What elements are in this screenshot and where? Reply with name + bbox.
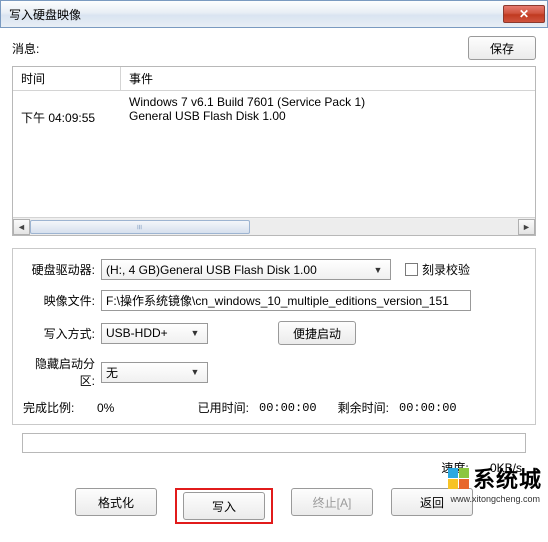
col-header-event: 事件 — [121, 70, 535, 87]
scroll-right-button[interactable]: ► — [518, 219, 535, 235]
chevron-down-icon: ▼ — [187, 367, 203, 377]
settings-panel: 硬盘驱动器: (H:, 4 GB)General USB Flash Disk … — [12, 248, 536, 425]
verify-label: 刻录校验 — [422, 261, 470, 278]
hide-partition-value: 无 — [106, 364, 118, 381]
log-time: 下午 04:09:55 — [13, 109, 121, 126]
logo-sq — [448, 468, 458, 478]
logo-sq — [448, 479, 458, 489]
log-row: 下午 04:09:55 General USB Flash Disk 1.00 — [13, 109, 535, 126]
watermark-brand: 系统城 — [473, 462, 542, 494]
drive-select[interactable]: (H:, 4 GB)General USB Flash Disk 1.00 ▼ — [101, 259, 391, 280]
horizontal-scrollbar[interactable]: ◄ ► — [13, 217, 535, 235]
done-label: 完成比例: — [23, 399, 91, 416]
log-body: Windows 7 v6.1 Build 7601 (Service Pack … — [13, 91, 535, 217]
progress-info: 完成比例: 0% 已用时间: 00:00:00 剩余时间: 00:00:00 — [23, 399, 525, 416]
chevron-down-icon: ▼ — [370, 265, 386, 275]
col-header-time: 时间 — [13, 67, 121, 90]
verify-checkbox[interactable]: 刻录校验 — [405, 261, 470, 278]
hide-partition-label: 隐藏启动分区: — [23, 355, 101, 389]
write-highlight: 写入 — [175, 488, 273, 524]
write-button[interactable]: 写入 — [183, 492, 265, 520]
log-event: General USB Flash Disk 1.00 — [121, 109, 535, 126]
remain-label: 剩余时间: — [331, 399, 389, 416]
log-row: Windows 7 v6.1 Build 7601 (Service Pack … — [13, 95, 535, 109]
save-button[interactable]: 保存 — [468, 36, 536, 60]
scroll-thumb[interactable] — [30, 220, 250, 234]
titlebar: 写入硬盘映像 ✕ — [0, 0, 548, 28]
elapsed-label: 已用时间: — [191, 399, 249, 416]
watermark: 系统城 — [448, 462, 542, 494]
window-title: 写入硬盘映像 — [9, 6, 503, 23]
shortcut-boot-button[interactable]: 便捷启动 — [278, 321, 356, 345]
checkbox-box-icon — [405, 263, 418, 276]
progress-bar — [22, 433, 526, 453]
drive-value: (H:, 4 GB)General USB Flash Disk 1.00 — [106, 263, 317, 277]
write-method-value: USB-HDD+ — [106, 326, 168, 340]
image-value: F:\操作系统镜像\cn_windows_10_multiple_edition… — [106, 292, 449, 309]
scroll-track[interactable] — [30, 219, 518, 235]
logo-sq — [459, 479, 469, 489]
log-time — [13, 95, 121, 109]
messages-label: 消息: — [12, 40, 468, 57]
image-path-field[interactable]: F:\操作系统镜像\cn_windows_10_multiple_edition… — [101, 290, 471, 311]
logo-sq — [459, 468, 469, 478]
message-log: 时间 事件 Windows 7 v6.1 Build 7601 (Service… — [12, 66, 536, 236]
log-header: 时间 事件 — [13, 67, 535, 91]
close-icon: ✕ — [519, 7, 529, 21]
done-value: 0% — [91, 401, 191, 415]
format-button[interactable]: 格式化 — [75, 488, 157, 516]
close-button[interactable]: ✕ — [503, 5, 545, 23]
write-method-select[interactable]: USB-HDD+ ▼ — [101, 323, 208, 344]
remain-value: 00:00:00 — [389, 401, 471, 415]
drive-label: 硬盘驱动器: — [23, 261, 101, 278]
chevron-down-icon: ▼ — [187, 328, 203, 338]
watermark-url: www.xitongcheng.com — [450, 494, 540, 504]
elapsed-value: 00:00:00 — [249, 401, 331, 415]
abort-button[interactable]: 终止[A] — [291, 488, 373, 516]
write-method-label: 写入方式: — [23, 325, 101, 342]
image-label: 映像文件: — [23, 292, 101, 309]
log-event: Windows 7 v6.1 Build 7601 (Service Pack … — [121, 95, 535, 109]
scroll-left-button[interactable]: ◄ — [13, 219, 30, 235]
hide-partition-select[interactable]: 无 ▼ — [101, 362, 208, 383]
watermark-logo-icon — [448, 468, 469, 489]
